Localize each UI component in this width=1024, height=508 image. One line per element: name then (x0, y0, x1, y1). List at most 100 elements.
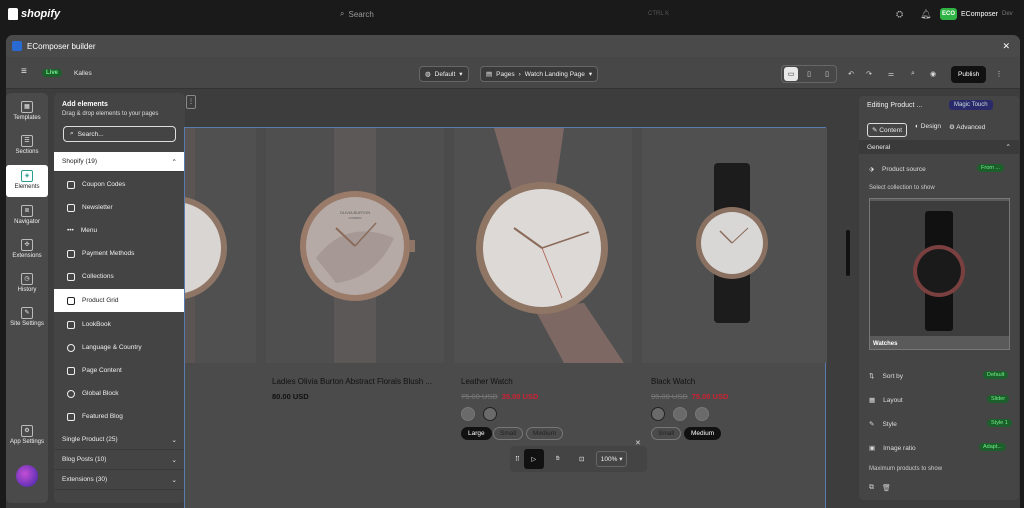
size-chip-medium[interactable]: Medium (684, 427, 722, 440)
element-lookbook[interactable]: LookBook (54, 313, 185, 336)
element-menu[interactable]: ••• Menu (54, 219, 185, 242)
color-swatch-selected[interactable] (483, 407, 497, 421)
hamburger-icon[interactable]: ≡ (21, 66, 27, 77)
layout-select[interactable]: Slider (987, 395, 1010, 403)
canvas-tool-dock: ⠿ ▷ ✋︎ ⊡ 100% ▾ (510, 446, 647, 472)
product-image-partial[interactable] (185, 128, 256, 363)
rail-label: Extensions (12, 253, 42, 259)
settings-sliders-icon[interactable]: ⚌ (884, 67, 898, 81)
element-collections[interactable]: Collections (54, 265, 185, 288)
size-chip-large[interactable]: Large (461, 427, 492, 440)
watch-image (696, 163, 768, 323)
group-shopify[interactable]: Shopify (19) ⌃ (54, 152, 185, 172)
element-product-grid[interactable]: Product Grid (54, 289, 185, 312)
section-handle-icon[interactable]: ⋮ (186, 95, 196, 109)
shopify-bag-icon (8, 8, 18, 20)
row-label: Sort by (882, 372, 904, 380)
tab-content[interactable]: ✎ Content (867, 123, 908, 137)
color-swatch[interactable] (461, 407, 475, 421)
element-global-block[interactable]: Global Block (54, 382, 185, 405)
gear-icon: ⚙ (21, 425, 33, 437)
color-swatch[interactable] (673, 407, 687, 421)
rail-extensions[interactable]: ✣ Extensions (6, 239, 48, 259)
bell-icon[interactable]: 🔔︎ (920, 9, 931, 20)
image-icon: ▣ (869, 445, 876, 452)
tab-advanced[interactable]: ⚙ Advanced (949, 123, 985, 137)
select-collection-label: Select collection to show (869, 185, 935, 191)
tab-design[interactable]: ◐ Design (915, 123, 941, 137)
page-dropdown[interactable]: ▤ Pages › Watch Landing Page ▾ (480, 66, 599, 82)
elements-search-input[interactable]: ⌕ Search... (63, 126, 176, 142)
view-dropdown[interactable]: ◍ Default ▾ (419, 66, 469, 82)
fit-icon[interactable]: ⊡ (572, 449, 592, 469)
product-image-olivia[interactable]: OLIVIA BURTON LONDON (266, 128, 444, 363)
price-value: 80.00 USD (272, 392, 309, 401)
drag-handle-icon[interactable]: ⠿ (515, 455, 520, 463)
tablet-icon[interactable]: ▯ (802, 67, 816, 81)
layout-icon: ▦ (21, 101, 33, 113)
redo-icon[interactable]: ↷ (862, 67, 876, 81)
rail-site-settings[interactable]: ✎ Site Settings (6, 307, 48, 327)
color-swatch[interactable] (695, 407, 709, 421)
ecomposer-logo (12, 41, 22, 51)
live-badge: Live (42, 69, 63, 77)
source-select[interactable]: From ... (977, 164, 1004, 172)
rail-templates[interactable]: ▦ Templates (6, 101, 48, 121)
eye-icon[interactable]: ◉ (926, 67, 940, 81)
store-switcher[interactable]: ECO EComposer Dev (940, 8, 1013, 20)
rail-elements[interactable]: ◈ Elements (6, 165, 48, 197)
hand-tool-icon[interactable]: ✋︎ (548, 449, 568, 469)
group-extensions[interactable]: Extensions (30) ⌄ (54, 470, 185, 490)
collection-picker[interactable]: Watches (869, 198, 1010, 350)
product-image-leather[interactable] (454, 128, 632, 363)
copy-icon[interactable]: ⧉ (869, 484, 874, 492)
size-chip-small[interactable]: Small (651, 427, 682, 440)
shopify-logo[interactable]: shopify (8, 8, 60, 20)
product-title[interactable]: Ladies Olivia Burton Abstract Florals Bl… (272, 377, 432, 386)
undo-icon[interactable]: ↶ (844, 67, 858, 81)
select-tool-icon[interactable]: ▷ (523, 449, 544, 469)
desktop-icon[interactable]: ▭ (784, 67, 798, 81)
element-language-country[interactable]: Language & Country (54, 336, 185, 359)
group-single-product[interactable]: Single Product (25) ⌄ (54, 430, 185, 450)
mobile-icon[interactable]: ▯ (820, 67, 834, 81)
rail-label: Templates (13, 115, 41, 121)
search-zoom-icon[interactable]: ⌕ (906, 67, 920, 81)
element-label: Global Block (82, 390, 119, 397)
element-page-content[interactable]: Page Content (54, 359, 185, 382)
color-swatch-selected[interactable] (651, 407, 665, 421)
size-chip-medium[interactable]: Medium (526, 427, 564, 440)
row-label: Layout (883, 396, 903, 404)
store-icon[interactable]: ⛭ (896, 9, 903, 20)
element-label: Payment Methods (82, 250, 135, 257)
group-blog-posts[interactable]: Blog Posts (10) ⌄ (54, 450, 185, 470)
rail-history[interactable]: ◷ History (6, 273, 48, 293)
close-icon[interactable]: ✕ (1002, 41, 1010, 52)
style-select[interactable]: Style 1 (987, 419, 1012, 427)
element-newsletter[interactable]: Newsletter (54, 196, 185, 219)
canvas-scrollbar[interactable] (846, 230, 850, 276)
global-search[interactable]: ⌕ Search (340, 9, 374, 19)
sort-select[interactable]: Default (983, 371, 1009, 379)
zoom-dropdown[interactable]: 100% ▾ (595, 451, 628, 467)
magic-touch-button[interactable]: Magic Touch (949, 100, 993, 110)
size-chip-small[interactable]: Small (493, 427, 524, 440)
ratio-select[interactable]: Adapt... (979, 443, 1006, 451)
dial-brand: OLIVIA BURTON (340, 210, 371, 215)
trash-icon[interactable]: 🗑︎ (882, 484, 891, 492)
zoom-value: 100% (600, 456, 618, 463)
rail-app-settings[interactable]: ⚙ App Settings (6, 425, 48, 445)
section-general[interactable]: General ⌃ (859, 140, 1019, 154)
publish-button[interactable]: Publish (951, 66, 987, 83)
product-title[interactable]: Black Watch (651, 377, 695, 386)
product-image-black[interactable] (642, 128, 827, 363)
more-icon[interactable]: ⋮ (992, 67, 1006, 81)
element-featured-blog[interactable]: Featured Blog (54, 405, 185, 428)
avatar[interactable] (16, 465, 38, 487)
product-title[interactable]: Leather Watch (461, 377, 513, 386)
rail-navigator[interactable]: ≣ Navigator (6, 205, 48, 225)
element-coupon-codes[interactable]: Coupon Codes (54, 173, 185, 196)
rail-sections[interactable]: ☰ Sections (6, 135, 48, 155)
search-placeholder: Search (348, 9, 374, 19)
element-payment-methods[interactable]: Payment Methods (54, 242, 185, 265)
